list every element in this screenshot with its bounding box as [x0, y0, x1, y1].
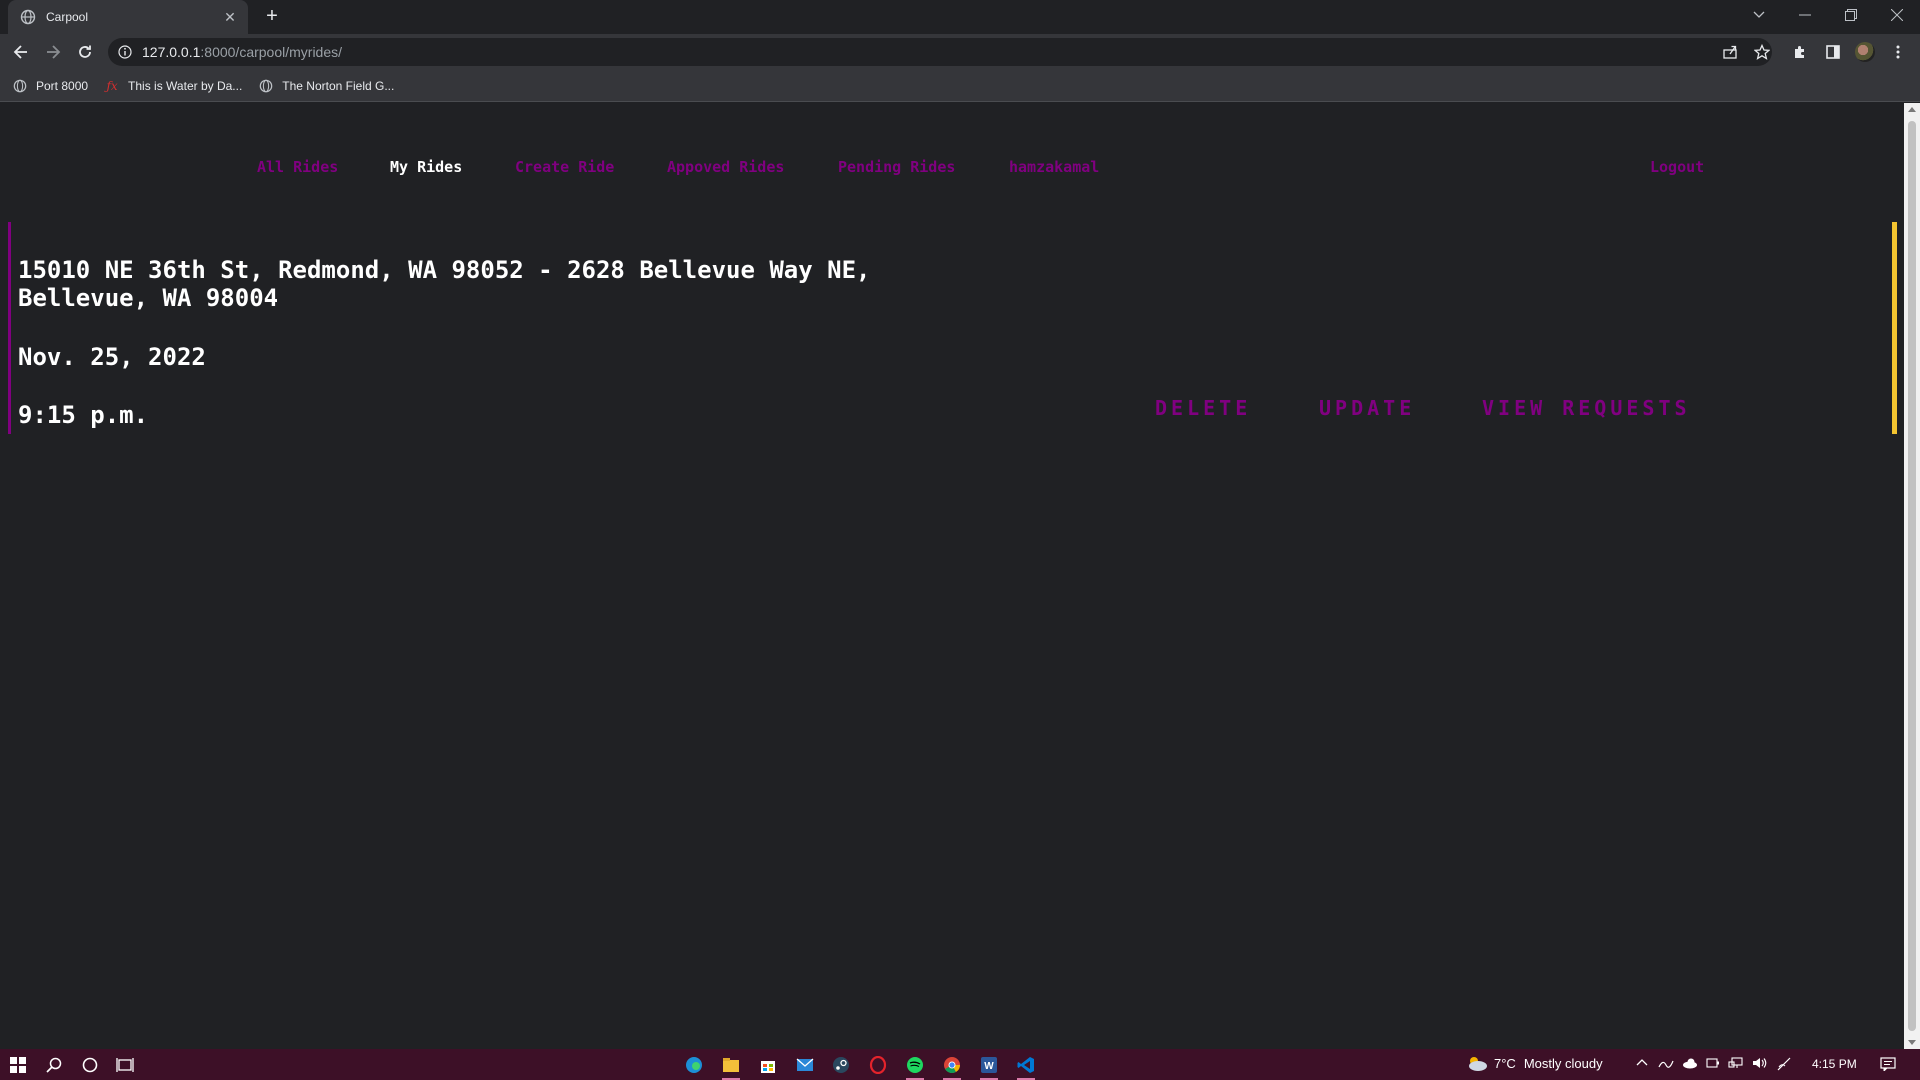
url-path: :8000/carpool/myrides/: [200, 44, 343, 60]
chevron-up-icon[interactable]: [1636, 1057, 1648, 1072]
browser-toolbar: 127.0.0.1:8000/carpool/myrides/: [0, 34, 1920, 70]
bookmark-star-icon[interactable]: [1750, 40, 1774, 64]
nav-create-ride[interactable]: Create Ride: [515, 158, 614, 176]
globe-icon: [20, 9, 36, 25]
url-host: 127.0.0.1: [142, 44, 201, 60]
weather-temp: 7°C: [1494, 1055, 1516, 1071]
page-scrollbar[interactable]: [1904, 103, 1920, 1049]
url-text: 127.0.0.1:8000/carpool/myrides/: [142, 44, 342, 60]
chrome-icon[interactable]: [940, 1053, 964, 1080]
globe-icon: [12, 78, 28, 94]
restore-icon[interactable]: [1828, 0, 1874, 30]
site-nav: All Rides My Rides Create Ride Appoved R…: [0, 158, 1904, 182]
cortana-icon[interactable]: [78, 1053, 102, 1077]
back-arrow-icon[interactable]: [9, 40, 33, 64]
edge-icon[interactable]: [682, 1053, 706, 1077]
search-icon[interactable]: [42, 1053, 66, 1077]
spotify-icon[interactable]: [903, 1053, 927, 1080]
bookmark-port-8000[interactable]: Port 8000: [12, 78, 88, 94]
scroll-up-arrow-icon[interactable]: [1908, 107, 1916, 112]
windows-start-icon[interactable]: [6, 1053, 30, 1077]
nav-approved-rides[interactable]: Appoved Rides: [667, 158, 784, 176]
scroll-down-arrow-icon[interactable]: [1908, 1040, 1916, 1045]
browser-tab[interactable]: Carpool ✕: [8, 0, 248, 34]
nav-username[interactable]: hamzakamal: [1009, 158, 1099, 176]
nav-my-rides[interactable]: My Rides: [390, 158, 462, 176]
browser-tabstrip: Carpool ✕ +: [0, 0, 1920, 34]
profile-avatar[interactable]: [1853, 40, 1877, 64]
ride-card: 15010 NE 36th St, Redmond, WA 98052 - 26…: [8, 222, 1897, 434]
bookmark-label: This is Water by Da...: [128, 78, 243, 93]
onedrive-icon[interactable]: [1682, 1057, 1698, 1072]
close-window-icon[interactable]: [1874, 0, 1920, 30]
vscode-icon[interactable]: [1014, 1053, 1038, 1080]
opera-icon[interactable]: [866, 1053, 890, 1077]
pen-icon[interactable]: [1658, 1057, 1674, 1072]
nav-pending-rides[interactable]: Pending Rides: [838, 158, 955, 176]
extensions-icon[interactable]: [1788, 40, 1812, 64]
script-icon: ƒx: [106, 78, 118, 93]
volume-icon[interactable]: [1752, 1057, 1768, 1072]
close-tab-icon[interactable]: ✕: [222, 9, 238, 26]
scrollbar-thumb[interactable]: [1908, 121, 1916, 1031]
new-tab-button[interactable]: +: [260, 5, 284, 29]
reload-icon[interactable]: [73, 40, 97, 64]
svg-text:W: W: [984, 1061, 994, 1072]
tab-search-icon[interactable]: [1736, 0, 1782, 30]
nav-all-rides[interactable]: All Rides: [257, 158, 338, 176]
bookmarks-bar: Port 8000 ƒx This is Water by Da... The …: [0, 70, 1920, 102]
delete-button[interactable]: DELETE: [1155, 396, 1251, 420]
wifi-pen-icon[interactable]: [1776, 1057, 1792, 1074]
kebab-menu-icon[interactable]: [1886, 40, 1910, 64]
mail-icon[interactable]: [793, 1053, 817, 1077]
side-panel-icon[interactable]: [1821, 40, 1845, 64]
ride-route: 15010 NE 36th St, Redmond, WA 98052 - 26…: [18, 256, 871, 312]
battery-icon[interactable]: [1706, 1057, 1720, 1072]
taskbar-clock[interactable]: 4:15 PM: [1812, 1057, 1857, 1071]
steam-icon[interactable]: [829, 1053, 853, 1077]
notifications-icon[interactable]: [1880, 1057, 1896, 1074]
bookmark-label: Port 8000: [36, 78, 89, 93]
tab-title: Carpool: [46, 10, 89, 24]
share-icon[interactable]: [1718, 40, 1742, 64]
weather-text: Mostly cloudy: [1523, 1055, 1603, 1071]
nav-logout[interactable]: Logout: [1650, 158, 1704, 176]
minimize-icon[interactable]: [1782, 0, 1828, 30]
file-explorer-icon[interactable]: [719, 1053, 743, 1080]
task-view-icon[interactable]: [113, 1053, 137, 1077]
weather-widget[interactable]: 7°C Mostly cloudy: [1466, 1055, 1603, 1071]
windows-taskbar: W 7°C Mostly cloudy 4:15 PM: [0, 1049, 1920, 1080]
globe-icon: [258, 78, 274, 94]
cloud-sun-icon: [1469, 1057, 1487, 1071]
address-bar[interactable]: 127.0.0.1:8000/carpool/myrides/: [108, 38, 1772, 66]
ride-date: Nov. 25, 2022: [18, 343, 206, 371]
site-info-icon[interactable]: [118, 45, 132, 59]
network-icon[interactable]: [1728, 1057, 1744, 1072]
page-content: All Rides My Rides Create Ride Appoved R…: [0, 103, 1904, 1049]
avatar-image: [1855, 42, 1875, 62]
update-button[interactable]: UPDATE: [1319, 396, 1415, 420]
ride-time: 9:15 p.m.: [18, 401, 149, 429]
bookmark-label: The Norton Field G...: [282, 78, 395, 93]
word-icon[interactable]: W: [977, 1053, 1001, 1080]
bookmark-this-is-water[interactable]: ƒx This is Water by Da...: [104, 78, 242, 94]
bookmark-norton-field[interactable]: The Norton Field G...: [258, 78, 394, 94]
forward-arrow-icon[interactable]: [41, 40, 65, 64]
view-requests-button[interactable]: VIEW REQUESTS: [1482, 396, 1691, 420]
microsoft-store-icon[interactable]: [756, 1053, 780, 1077]
